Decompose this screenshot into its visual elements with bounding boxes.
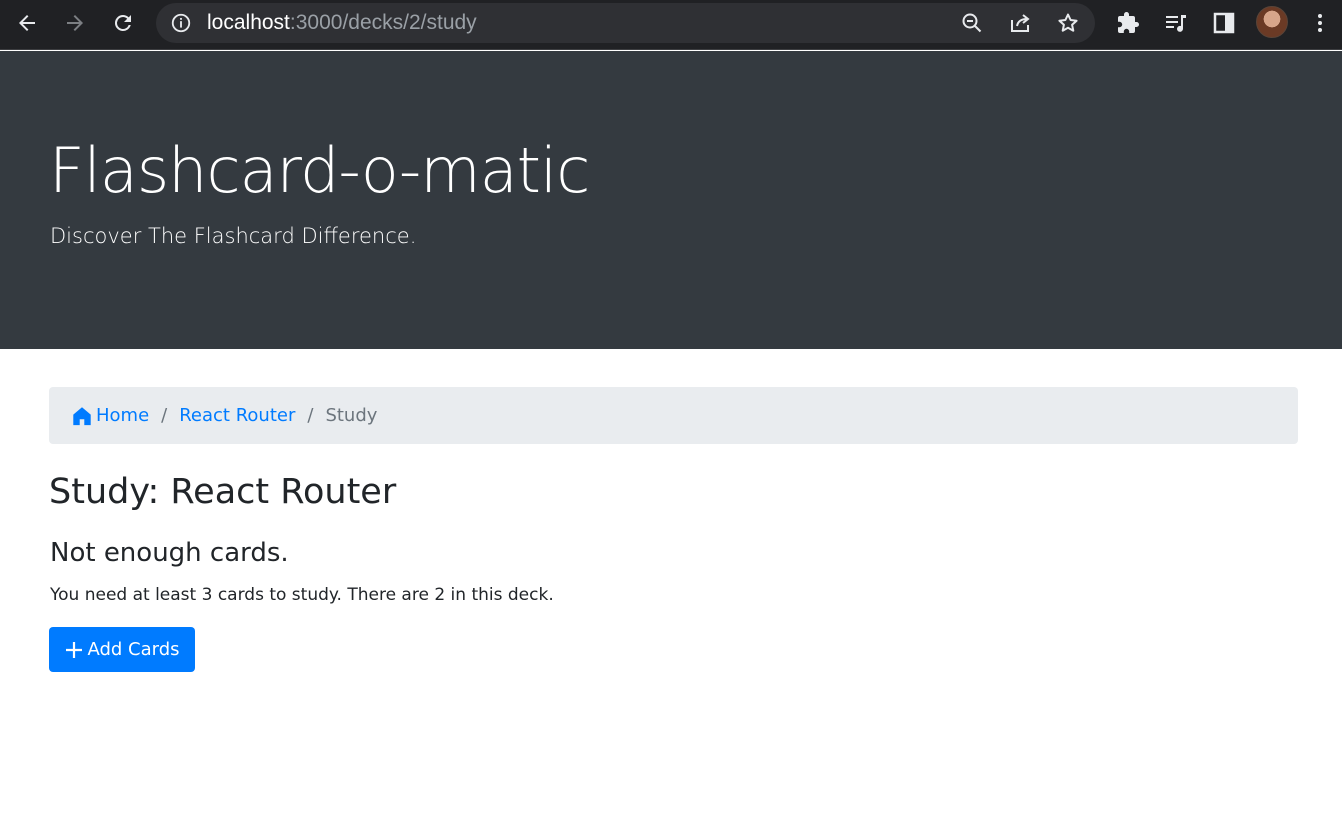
extensions-puzzle-icon[interactable] <box>1116 11 1140 35</box>
breadcrumb-current: Study <box>325 405 378 426</box>
breadcrumb-separator: / <box>161 405 168 426</box>
home-icon <box>73 406 91 425</box>
address-bar[interactable]: localhost:3000/decks/2/study <box>156 3 1095 43</box>
breadcrumb-home-label: Home <box>96 405 150 426</box>
not-enough-cards-heading: Not enough cards. <box>50 538 289 568</box>
profile-avatar[interactable] <box>1256 6 1288 38</box>
add-cards-label: Add Cards <box>87 639 180 660</box>
more-menu-icon[interactable] <box>1308 11 1332 35</box>
breadcrumb: Home / React Router / Study <box>49 387 1298 444</box>
url-host: localhost <box>207 11 290 34</box>
back-arrow-icon[interactable] <box>7 5 47 41</box>
browser-toolbar: localhost:3000/decks/2/study <box>0 0 1342 50</box>
share-icon[interactable] <box>1008 11 1032 35</box>
not-enough-cards-message: You need at least 3 cards to study. Ther… <box>50 585 554 605</box>
page-title: Study: React Router <box>49 472 397 512</box>
media-queue-icon[interactable] <box>1164 11 1188 35</box>
info-icon[interactable] <box>170 12 192 34</box>
forward-arrow-icon[interactable] <box>55 5 95 41</box>
site-tagline: Discover The Flashcard Difference. <box>50 224 417 248</box>
url-path: :3000/decks/2/study <box>289 11 477 34</box>
bookmark-star-icon[interactable] <box>1056 11 1080 35</box>
jumbotron-header: Flashcard-o-matic Discover The Flashcard… <box>0 51 1342 349</box>
plus-icon <box>66 641 83 658</box>
zoom-out-icon[interactable] <box>960 11 984 35</box>
breadcrumb-deck-link[interactable]: React Router <box>179 405 295 426</box>
breadcrumb-home-link[interactable]: Home <box>71 405 149 427</box>
site-title: Flashcard-o-matic <box>49 134 590 207</box>
url-text[interactable]: localhost:3000/decks/2/study <box>207 12 477 34</box>
side-panel-icon[interactable] <box>1212 11 1236 35</box>
add-cards-button[interactable]: Add Cards <box>49 627 195 672</box>
breadcrumb-separator: / <box>307 405 314 426</box>
reload-icon[interactable] <box>103 5 143 41</box>
